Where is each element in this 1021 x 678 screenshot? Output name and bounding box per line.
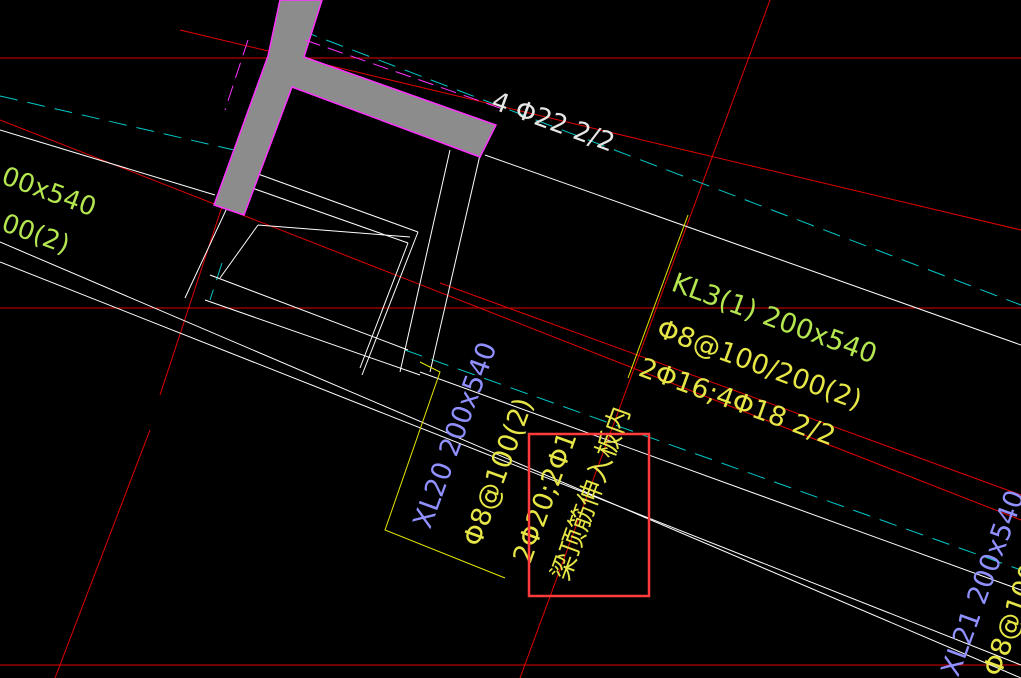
left-stirrup-label: 00(2) bbox=[0, 208, 74, 260]
center-line-1 bbox=[0, 95, 261, 157]
top-rebar-label: 4 Φ22 2/2 bbox=[488, 86, 619, 158]
annotations: 4 Φ22 2/2 00x540 00(2) KL3(1) 200x540 Φ8… bbox=[0, 86, 1021, 678]
axis-line-d2 bbox=[54, 429, 151, 678]
l-column bbox=[213, 0, 498, 216]
opening-line-7 bbox=[219, 224, 259, 279]
center-line-4 bbox=[209, 262, 223, 301]
center-line-2 bbox=[299, 29, 1021, 306]
cad-drawing[interactable]: 4 Φ22 2/2 00x540 00(2) KL3(1) 200x540 Φ8… bbox=[0, 0, 1021, 678]
opening-line-4 bbox=[361, 231, 419, 376]
opening-line-5 bbox=[359, 242, 409, 369]
column-shape bbox=[213, 0, 501, 216]
opening-line-6 bbox=[257, 224, 411, 238]
opening-line-9 bbox=[429, 154, 481, 373]
opening-line-2 bbox=[257, 173, 419, 233]
column-dash-2 bbox=[224, 39, 249, 111]
opening-line-8 bbox=[399, 149, 451, 373]
cad-viewport[interactable]: 4 Φ22 2/2 00x540 00(2) KL3(1) 200x540 Φ8… bbox=[0, 0, 1021, 678]
opening-line-11 bbox=[204, 299, 421, 376]
